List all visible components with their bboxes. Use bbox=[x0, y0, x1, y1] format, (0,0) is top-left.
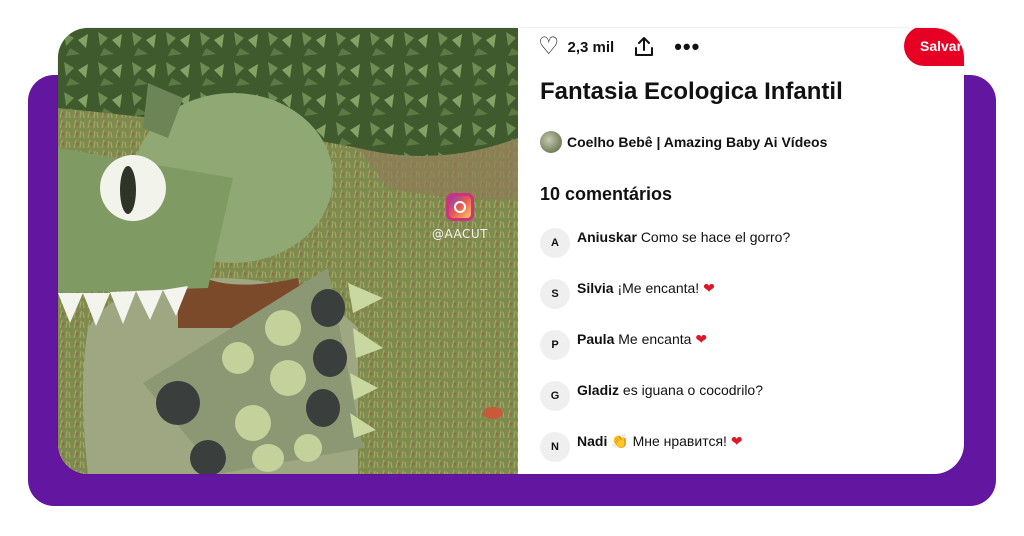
comment-item: P Paula Me encanta ❤ bbox=[540, 330, 707, 360]
author-avatar[interactable] bbox=[540, 131, 562, 153]
commenter-avatar[interactable]: A bbox=[540, 228, 570, 258]
comment-text: Nadi 👏 Мне нравится! ❤ bbox=[577, 433, 743, 450]
commenter-avatar[interactable]: S bbox=[540, 279, 570, 309]
save-button[interactable]: Salvar bbox=[904, 28, 964, 66]
comment-body: ¡Me encanta! bbox=[617, 279, 700, 296]
comments-heading[interactable]: 10 comentários bbox=[540, 184, 672, 205]
comment-text: Aniuskar Como se hace el gorro? bbox=[577, 229, 790, 245]
like-count: 2,3 mil bbox=[567, 38, 615, 56]
heart-emoji-icon: ❤ bbox=[695, 331, 708, 348]
pin-card: @AACUT ♡ 2,3 mil ••• Salvar Fantasia Eco… bbox=[58, 28, 964, 474]
action-bar: ♡ 2,3 mil ••• bbox=[538, 32, 700, 62]
commenter-name[interactable]: Nadi bbox=[577, 433, 607, 449]
commenter-name[interactable]: Paula bbox=[577, 331, 614, 347]
comment-item: A Aniuskar Como se hace el gorro? bbox=[540, 228, 790, 258]
comment-body: Мне нравится! bbox=[632, 432, 727, 449]
comment-text: Paula Me encanta ❤ bbox=[577, 331, 707, 348]
commenter-name[interactable]: Silvia bbox=[577, 280, 614, 296]
share-icon[interactable] bbox=[632, 35, 656, 59]
heart-icon[interactable]: ♡ bbox=[538, 35, 560, 59]
video-frame bbox=[58, 28, 518, 474]
comment-text: Gladiz es iguana o cocodrilo? bbox=[577, 382, 763, 398]
clapping-hands-icon: 👏 bbox=[611, 433, 629, 450]
pin-title: Fantasia Ecologica Infantil bbox=[540, 78, 843, 105]
commenter-avatar[interactable]: N bbox=[540, 432, 570, 462]
comment-text: Silvia ¡Me encanta! ❤ bbox=[577, 280, 715, 297]
video-player[interactable]: @AACUT bbox=[58, 28, 518, 474]
commenter-name[interactable]: Aniuskar bbox=[577, 229, 637, 245]
comment-item: S Silvia ¡Me encanta! ❤ bbox=[540, 279, 715, 309]
watermark-text: @AACUT bbox=[431, 227, 489, 241]
author-link[interactable]: Coelho Bebê | Amazing Baby Ai Vídeos bbox=[540, 131, 827, 153]
more-options-icon[interactable]: ••• bbox=[674, 36, 700, 58]
comment-item: G Gladiz es iguana o cocodrilo? bbox=[540, 381, 763, 411]
comment-item: N Nadi 👏 Мне нравится! ❤ bbox=[540, 432, 743, 462]
commenter-name[interactable]: Gladiz bbox=[577, 382, 619, 398]
comment-body: Me encanta bbox=[618, 330, 692, 347]
instagram-watermark: @AACUT bbox=[428, 193, 492, 241]
instagram-icon bbox=[446, 193, 474, 221]
commenter-avatar[interactable]: G bbox=[540, 381, 570, 411]
heart-emoji-icon: ❤ bbox=[703, 280, 715, 297]
author-name[interactable]: Coelho Bebê | Amazing Baby Ai Vídeos bbox=[567, 134, 827, 150]
commenter-avatar[interactable]: P bbox=[540, 330, 570, 360]
pin-details-panel: ♡ 2,3 mil ••• Salvar Fantasia Ecologica … bbox=[518, 28, 964, 474]
comment-body: es iguana o cocodrilo? bbox=[622, 382, 764, 398]
comment-body: Como se hace el gorro? bbox=[640, 229, 791, 245]
heart-emoji-icon: ❤ bbox=[730, 433, 743, 450]
